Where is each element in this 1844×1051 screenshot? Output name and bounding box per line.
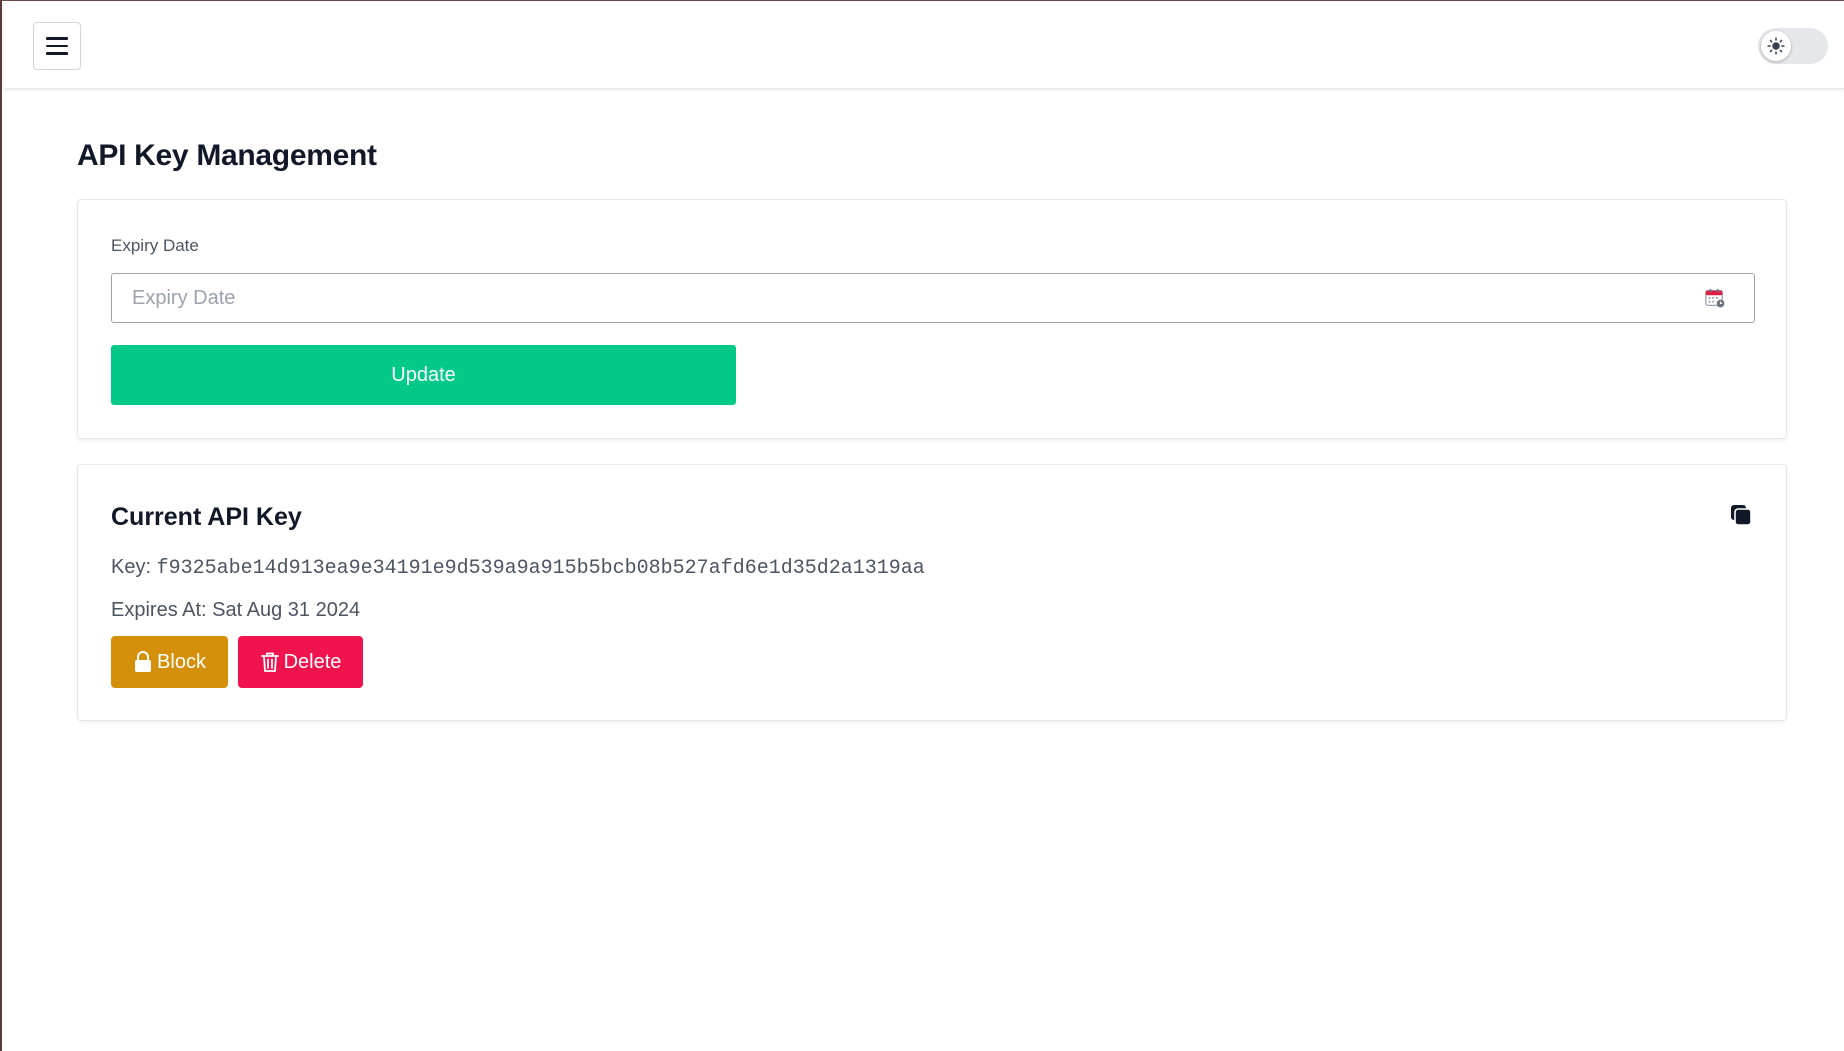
- api-key-row: Key: f9325abe14d913ea9e34191e9d539a9a915…: [111, 556, 925, 580]
- top-navbar: [4, 2, 1844, 89]
- copy-icon[interactable]: [1729, 503, 1753, 527]
- expiry-date-card: Expiry Date Update: [77, 199, 1787, 439]
- theme-toggle[interactable]: [1758, 28, 1828, 64]
- trash-icon: [260, 652, 279, 672]
- expiry-date-field: [111, 273, 1755, 323]
- expires-at-row: Expires At: Sat Aug 31 2024: [111, 599, 360, 622]
- delete-button-label: Delete: [283, 650, 342, 673]
- expiry-date-input[interactable]: [112, 274, 1754, 322]
- api-key-label: Key:: [111, 556, 152, 578]
- lock-icon: [135, 651, 152, 672]
- app-window: API Key Management Expiry Date Expiry Da…: [0, 0, 1844, 1051]
- expires-at-label: Expires At:: [111, 599, 207, 621]
- sun-icon: [1767, 37, 1785, 55]
- block-button[interactable]: Block: [111, 636, 228, 688]
- page-title: API Key Management: [77, 139, 377, 172]
- update-button[interactable]: Update: [111, 345, 736, 405]
- api-key-value: f9325abe14d913ea9e34191e9d539a9a915b5bcb…: [156, 557, 925, 580]
- theme-toggle-knob: [1761, 31, 1791, 61]
- block-button-label: Block: [157, 650, 206, 673]
- expires-at-value: Sat Aug 31 2024: [212, 599, 361, 621]
- hamburger-menu-icon-bar: [46, 52, 68, 55]
- delete-button[interactable]: Delete: [238, 636, 363, 688]
- hamburger-menu-icon-bar: [46, 44, 68, 48]
- calendar-icon[interactable]: [1704, 287, 1726, 309]
- current-api-key-title: Current API Key: [111, 503, 302, 531]
- expiry-date-label: Expiry Date: [111, 236, 199, 255]
- current-api-key-card: Current API Key Key: f9325abe14d913ea9e3…: [77, 464, 1787, 721]
- hamburger-menu-button[interactable]: [33, 22, 81, 70]
- hamburger-menu-icon: [46, 37, 68, 40]
